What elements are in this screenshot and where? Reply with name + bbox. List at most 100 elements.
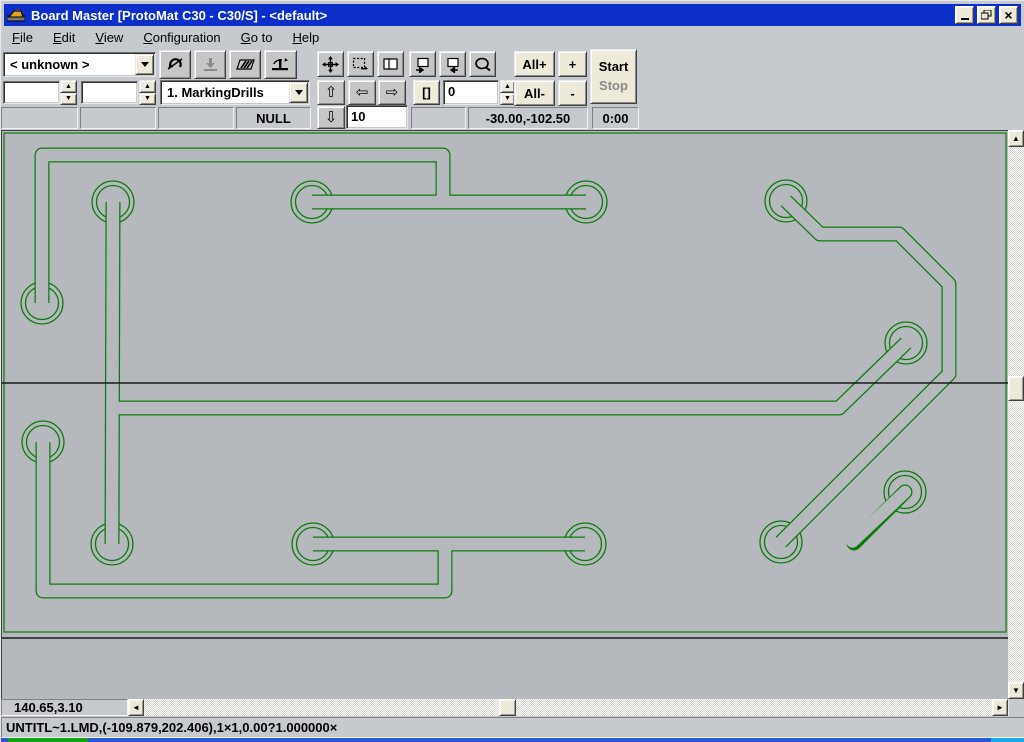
hatch-area-icon <box>235 56 256 73</box>
bracket-button-label: [] <box>422 85 431 100</box>
horizontal-scroll-thumb[interactable] <box>499 699 516 716</box>
y-coord-field[interactable] <box>81 81 138 104</box>
tool-status-panel: NULL <box>236 107 311 129</box>
menu-help[interactable]: Help <box>284 28 327 47</box>
bracket-button[interactable]: [] <box>413 80 440 105</box>
menu-view[interactable]: View <box>87 28 131 47</box>
trace-channel-fill <box>42 155 443 303</box>
plus-button[interactable]: + <box>558 51 587 77</box>
x-coord-stepper-down[interactable]: ▼ <box>60 93 77 106</box>
scroll-right-button[interactable]: ► <box>992 699 1008 716</box>
spindle-motor-button[interactable] <box>159 50 191 79</box>
minus-button[interactable]: - <box>558 80 587 106</box>
cursor-coordinates-panel: 140.65,3.10 <box>1 699 128 716</box>
menu-edit[interactable]: Edit <box>45 28 83 47</box>
vertical-scroll-thumb[interactable] <box>1008 376 1024 401</box>
move-left-button[interactable]: ⇦ <box>348 80 376 105</box>
move-down-button[interactable]: ⇩ <box>317 106 345 129</box>
y-coord-stepper-up[interactable]: ▲ <box>139 80 156 93</box>
menu-file[interactable]: File <box>4 28 41 47</box>
import-rect-icon <box>414 56 431 73</box>
tool-select-combo-value: < unknown > <box>4 57 134 72</box>
start-stop-button[interactable]: StartStop <box>590 49 637 104</box>
phase-select-combo[interactable]: 1. MarkingDrills <box>160 80 310 105</box>
x-coord-field[interactable] <box>3 81 60 104</box>
move-up-button[interactable]: ⇧ <box>317 80 345 105</box>
mill-area-button[interactable] <box>229 50 261 79</box>
minus-button-label: - <box>570 86 574 101</box>
board-master-window: Board Master [ProtoMat C30 - C30/S] - <d… <box>0 0 1024 742</box>
scroll-down-button[interactable]: ▼ <box>1008 682 1024 699</box>
x-coord-stepper[interactable]: ▲▼ <box>60 80 77 105</box>
step-count-stepper-down[interactable]: ▼ <box>500 93 515 106</box>
trace-channel <box>42 155 443 303</box>
status-panel-2 <box>80 107 156 129</box>
move-cross-icon <box>322 56 339 73</box>
step-count-stepper-up[interactable]: ▲ <box>500 80 515 93</box>
lower-head-button[interactable] <box>194 50 226 79</box>
duplicate-icon <box>382 56 399 73</box>
trace-channel-fill <box>781 201 949 542</box>
trace-channel <box>114 343 906 408</box>
taskbar-strip <box>1 738 1024 742</box>
all-minus-button-label: All- <box>524 86 545 101</box>
status-panel-1 <box>1 107 78 129</box>
all-plus-button[interactable]: All+ <box>514 51 555 77</box>
spindle-home-icon <box>270 55 291 74</box>
trace-channel-fill <box>114 343 906 408</box>
phase-select-combo-dropdown-button[interactable] <box>289 82 308 103</box>
import-file-button[interactable] <box>409 51 436 77</box>
status-panel-4 <box>411 107 466 129</box>
y-coord-stepper[interactable]: ▲▼ <box>139 80 156 105</box>
scroll-up-button[interactable]: ▲ <box>1008 130 1024 147</box>
minimize-button[interactable] <box>955 6 974 24</box>
y-coord-stepper-down[interactable]: ▼ <box>139 93 156 106</box>
trace-channel <box>43 442 445 591</box>
head-position-panel-text: -30.00,-102.50 <box>486 111 571 126</box>
spindle-home-button[interactable] <box>264 50 297 79</box>
window-controls: × <box>955 6 1018 24</box>
menu-bar: FileEditViewConfiguration Go toHelp <box>4 27 1021 48</box>
trace-channel-fill <box>853 492 906 542</box>
trace-channel-fill <box>112 202 113 544</box>
scroll-left-button[interactable]: ◄ <box>128 699 144 716</box>
step-count-stepper[interactable]: ▲▼ <box>500 80 515 105</box>
taskbar-segment <box>8 738 88 742</box>
tool-select-combo-dropdown-button[interactable] <box>135 54 154 75</box>
phase-select-combo-value: 1. MarkingDrills <box>161 85 288 100</box>
move-up-button-icon: ⇧ <box>325 85 338 100</box>
start-label: Start <box>599 58 629 77</box>
step-size-field[interactable]: 10 <box>346 105 408 129</box>
plus-button-label: + <box>569 57 577 72</box>
x-coord-stepper-up[interactable]: ▲ <box>60 80 77 93</box>
rotate-slash-icon <box>166 55 185 74</box>
tool-status-panel-text: NULL <box>256 111 291 126</box>
time-panel: 0:00 <box>592 107 639 129</box>
import-rect2-icon <box>444 56 461 73</box>
menu-go-to[interactable]: Go to <box>233 28 281 47</box>
scrollbar-corner <box>1009 699 1024 716</box>
menu-configuration[interactable]: Configuration <box>135 28 228 47</box>
time-panel-text: 0:00 <box>602 111 628 126</box>
window-title: Board Master [ProtoMat C30 - C30/S] - <d… <box>31 8 327 23</box>
tool-select-combo[interactable]: < unknown > <box>3 52 156 77</box>
stop-label: Stop <box>599 77 628 96</box>
select-area-button[interactable] <box>347 51 374 77</box>
taskbar-segment <box>991 738 1024 742</box>
all-plus-button-label: All+ <box>522 57 546 72</box>
status-bar: UNTITL~1.LMD,(-109.879,202.406),1×1,0.00… <box>1 717 1024 738</box>
select-copy-icon <box>352 56 369 73</box>
duplicate-button[interactable] <box>377 51 404 77</box>
import-file2-button[interactable] <box>439 51 466 77</box>
horizontal-scrollbar-row: 140.65,3.10 ◄ ► <box>1 699 1024 716</box>
step-count-field[interactable]: 0 <box>443 80 499 105</box>
all-minus-button[interactable]: All- <box>514 80 555 106</box>
vertical-scrollbar[interactable]: ▲ ▼ <box>1008 130 1024 699</box>
zoom-button[interactable] <box>469 51 496 77</box>
restore-button[interactable] <box>977 6 996 24</box>
close-button[interactable]: × <box>999 6 1018 24</box>
move-mode-button[interactable] <box>317 51 344 77</box>
pcb-view[interactable] <box>1 130 1009 699</box>
move-right-button[interactable]: ⇨ <box>378 80 406 105</box>
app-icon <box>7 8 25 22</box>
